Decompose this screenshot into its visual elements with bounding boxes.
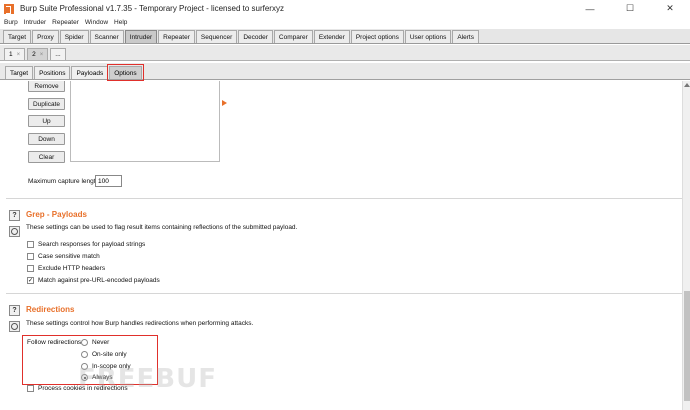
intruder-sub-tab-strip: Target Positions Payloads Options xyxy=(0,63,690,81)
exclude-headers-label: Exclude HTTP headers xyxy=(38,265,106,272)
tab-user-options[interactable]: User options xyxy=(404,30,452,43)
remove-button[interactable]: Remove xyxy=(28,81,65,92)
tab-project-options[interactable]: Project options xyxy=(350,30,404,43)
tab-comparer[interactable]: Comparer xyxy=(273,30,313,43)
tab-intruder[interactable]: Intruder xyxy=(124,30,158,43)
clear-button[interactable]: Clear xyxy=(28,151,65,163)
expand-arrow-icon[interactable] xyxy=(222,100,227,106)
subtab-target[interactable]: Target xyxy=(5,66,34,79)
menu-burp[interactable]: Burp xyxy=(4,19,18,26)
close-button[interactable]: ✕ xyxy=(650,0,690,17)
gear-icon[interactable] xyxy=(9,321,20,332)
menu-intruder[interactable]: Intruder xyxy=(24,19,46,26)
menu-window[interactable]: Window xyxy=(85,19,108,26)
close-tab-icon[interactable]: × xyxy=(40,52,44,58)
subtab-positions[interactable]: Positions xyxy=(34,66,71,79)
tab-spider[interactable]: Spider xyxy=(59,30,89,43)
attack-tab-1[interactable]: 1 × xyxy=(4,48,26,60)
main-tab-strip: Target Proxy Spider Scanner Intruder Rep… xyxy=(0,29,690,44)
exclude-headers-checkbox[interactable] xyxy=(27,265,34,272)
search-responses-label: Search responses for payload strings xyxy=(38,241,146,248)
redirections-description: These settings control how Burp handles … xyxy=(26,320,254,327)
menu-help[interactable]: Help xyxy=(114,19,127,26)
up-button[interactable]: Up xyxy=(28,115,65,127)
tab-decoder[interactable]: Decoder xyxy=(238,30,273,43)
case-sensitive-label: Case sensitive match xyxy=(38,253,100,260)
burp-logo-icon xyxy=(4,3,14,14)
attack-tab-2-label: 2 xyxy=(32,51,36,58)
section-divider xyxy=(6,293,682,294)
redirections-title: Redirections xyxy=(26,305,75,314)
duplicate-button[interactable]: Duplicate xyxy=(28,98,65,110)
menu-bar: Burp Intruder Repeater Window Help xyxy=(0,17,690,28)
tab-proxy[interactable]: Proxy xyxy=(32,30,59,43)
grep-extract-list[interactable] xyxy=(70,81,220,162)
help-icon[interactable]: ? xyxy=(9,210,20,221)
tab-repeater[interactable]: Repeater xyxy=(158,30,195,43)
subtab-payloads[interactable]: Payloads xyxy=(71,66,109,79)
scroll-up-arrow-icon[interactable] xyxy=(684,83,690,87)
maximize-button[interactable]: ☐ xyxy=(610,0,650,17)
close-tab-icon[interactable]: × xyxy=(17,52,21,58)
options-panel: Remove Duplicate Up Down Clear Maximum c… xyxy=(0,81,682,410)
capture-length-input[interactable]: 100 xyxy=(95,175,122,187)
section-divider xyxy=(6,198,682,199)
tab-alerts[interactable]: Alerts xyxy=(452,30,479,43)
window-controls: — ☐ ✕ xyxy=(570,0,690,17)
tab-extender[interactable]: Extender xyxy=(313,30,350,43)
attack-tab-strip: 1 × 2 × ... xyxy=(0,45,690,61)
tab-target[interactable]: Target xyxy=(3,30,32,43)
grep-payloads-title: Grep - Payloads xyxy=(26,210,87,219)
tab-sequencer[interactable]: Sequencer xyxy=(195,30,238,43)
scroll-thumb[interactable] xyxy=(684,291,690,401)
minimize-button[interactable]: — xyxy=(570,0,610,17)
help-icon[interactable]: ? xyxy=(9,305,20,316)
process-cookies-label: Process cookies in redirections xyxy=(38,385,128,392)
gear-icon[interactable] xyxy=(9,226,20,237)
new-tab-button[interactable]: ... xyxy=(50,48,66,60)
menu-repeater[interactable]: Repeater xyxy=(52,19,79,26)
attack-tab-2[interactable]: 2 × xyxy=(27,48,49,60)
grep-payloads-description: These settings can be used to flag resul… xyxy=(26,224,298,231)
down-button[interactable]: Down xyxy=(28,133,65,145)
attack-tab-1-label: 1 xyxy=(9,51,13,58)
tab-scanner[interactable]: Scanner xyxy=(89,30,124,43)
match-preurl-checkbox[interactable]: ✓ xyxy=(27,277,34,284)
match-preurl-label: Match against pre-URL-encoded payloads xyxy=(38,277,160,284)
window-title: Burp Suite Professional v1.7.35 - Tempor… xyxy=(20,4,284,13)
process-cookies-checkbox[interactable] xyxy=(27,385,34,392)
capture-length-label: Maximum capture length: xyxy=(28,178,101,185)
search-responses-checkbox[interactable] xyxy=(27,241,34,248)
vertical-scrollbar[interactable] xyxy=(682,81,690,410)
subtab-options[interactable]: Options xyxy=(107,64,144,81)
title-bar: Burp Suite Professional v1.7.35 - Tempor… xyxy=(0,0,690,17)
case-sensitive-checkbox[interactable] xyxy=(27,253,34,260)
